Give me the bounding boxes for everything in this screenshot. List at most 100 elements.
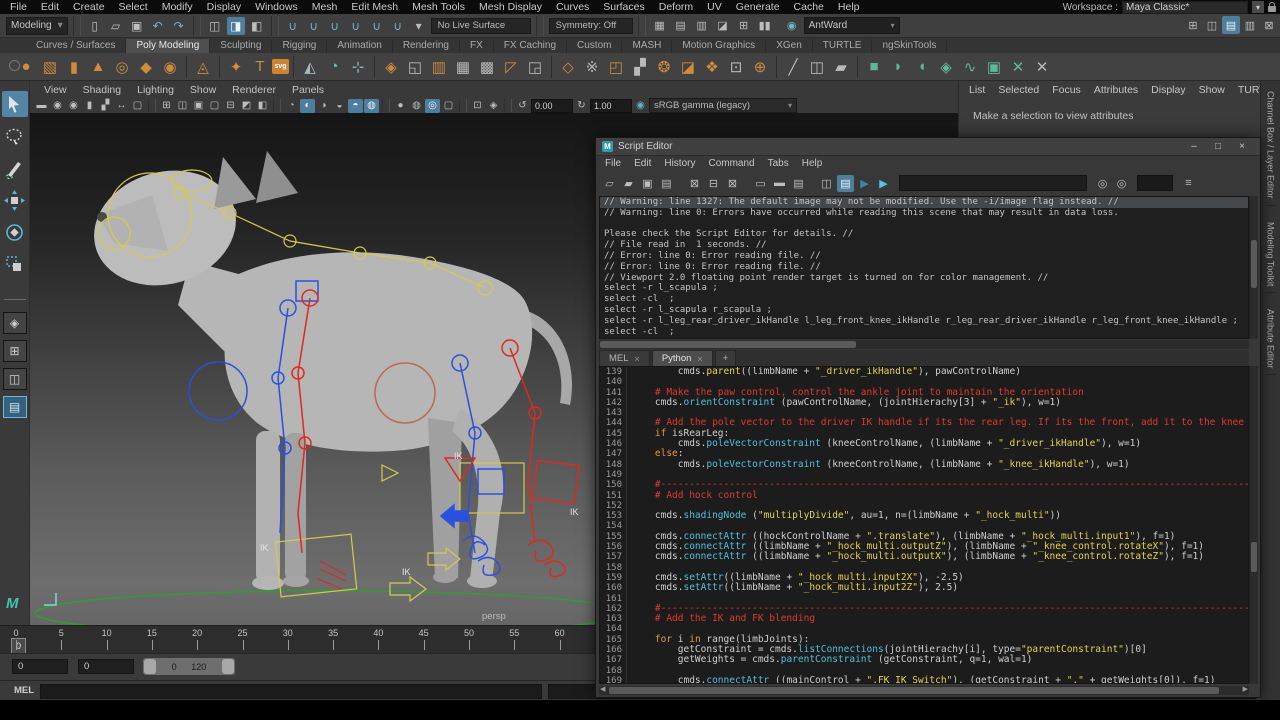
sidebar-tab-channel-box-layer-editor[interactable]: Channel Box / Layer Editor [1265, 85, 1276, 206]
sidebar-layer-editor-icon[interactable]: ▥ [1241, 16, 1259, 34]
maximize-button[interactable]: □ [1206, 140, 1230, 154]
image-plane-icon[interactable]: ▞ [98, 99, 113, 113]
origin-locator-icon[interactable]: ⊹ [346, 55, 370, 79]
knife-icon[interactable]: ╱ [781, 55, 805, 79]
user-selector[interactable]: ◉ AntWard ▾ [783, 17, 900, 35]
circularize-icon[interactable]: ❂ [652, 55, 676, 79]
history-vscrollbar[interactable] [1249, 196, 1258, 339]
shelf-tab-custom[interactable]: Custom [567, 39, 623, 53]
minimize-button[interactable]: – [1182, 140, 1206, 154]
sidebar-modeling-toolkit-icon[interactable]: ⊠ [1260, 16, 1278, 34]
tab-mel[interactable]: MEL × [599, 350, 650, 366]
clear-input-icon[interactable]: ⊟ [705, 175, 722, 192]
use-lights-icon[interactable]: ◒ [332, 99, 347, 113]
snap-surface-icon[interactable]: ∪ [389, 17, 407, 35]
scroll-left-icon[interactable]: ◀ [600, 685, 605, 693]
menu-generate[interactable]: Generate [736, 1, 780, 13]
render-icon[interactable]: ▦ [651, 17, 669, 35]
menu-display[interactable]: Display [207, 1, 241, 13]
pause-icon[interactable]: ▮▮ [756, 17, 774, 35]
snap-projected-center-icon[interactable]: ∪ [347, 17, 365, 35]
camera-attrs-icon[interactable]: ◉ [66, 99, 81, 113]
wrap-sphere-icon[interactable]: ⊕ [748, 55, 772, 79]
shelf-tab-animation[interactable]: Animation [327, 39, 393, 53]
shelf-tab-ngskintools[interactable]: ngSkinTools [872, 39, 948, 53]
playback-start-field[interactable]: 0 [78, 659, 134, 674]
workspace-dropdown-arrow-icon[interactable]: ▾ [1252, 1, 1264, 13]
menu-set-selector[interactable]: Modeling ▾ [6, 16, 68, 35]
attr-menu-display[interactable]: Display [1151, 84, 1185, 96]
multisample-icon[interactable]: ◍ [409, 99, 424, 113]
script-editor-history[interactable]: // Warning: line 1327: The default image… [599, 196, 1249, 339]
input-hscrollbar[interactable]: ◀ ▶ [599, 686, 1249, 695]
tab-close-icon[interactable]: × [635, 354, 640, 364]
target-weld-icon[interactable]: ⊡ [724, 55, 748, 79]
execute-all-icon[interactable]: ▶ [856, 175, 873, 192]
symmetry-field[interactable]: Symmetry: Off [548, 17, 633, 34]
film-gate-icon[interactable]: ◫ [175, 99, 190, 113]
select-tool[interactable] [1, 91, 28, 117]
scale-tool[interactable] [2, 251, 28, 277]
script-editor-menu-help[interactable]: Help [802, 158, 823, 169]
menu-deform[interactable]: Deform [659, 1, 693, 13]
lasso-tool[interactable] [2, 123, 28, 149]
workspace-dropdown[interactable]: Maya Classic* [1122, 0, 1248, 14]
paint-select-tool[interactable] [2, 155, 28, 181]
xray-icon[interactable]: ⊡ [470, 99, 485, 113]
shelf-tab-rigging[interactable]: Rigging [272, 39, 328, 53]
script-editor-menu-command[interactable]: Command [708, 158, 754, 169]
script-editor-menu-tabs[interactable]: Tabs [768, 158, 789, 169]
select-camera-icon[interactable]: ▬ [34, 99, 49, 113]
attr-menu-show[interactable]: Show [1199, 84, 1225, 96]
script-editor-menu-edit[interactable]: Edit [634, 158, 651, 169]
smooth-mesh-icon[interactable]: ■ [862, 55, 886, 79]
save-script-icon[interactable]: ▣ [639, 175, 656, 192]
tab-python[interactable]: Python × [651, 350, 713, 366]
viewport-menu-show[interactable]: Show [190, 84, 216, 96]
new-scene-icon[interactable]: ▯ [86, 17, 104, 35]
viewport-menu-panels[interactable]: Panels [292, 84, 324, 96]
isolate-select-icon[interactable]: ▢ [441, 99, 456, 113]
menu-edit-mesh[interactable]: Edit Mesh [351, 1, 398, 13]
shelf-tab-xgen[interactable]: XGen [766, 39, 813, 53]
attr-menu-list[interactable]: List [969, 84, 985, 96]
script-search-input[interactable] [899, 175, 1087, 191]
shadows-icon[interactable]: ◓ [348, 98, 363, 113]
script-editor-titlebar[interactable]: M Script Editor – □ × [596, 138, 1260, 156]
echo-all-icon[interactable]: ▭ [752, 175, 769, 192]
line-numbers-icon[interactable]: ▤ [790, 175, 807, 192]
new-tab-button[interactable]: + [714, 350, 737, 366]
script-editor-input[interactable]: 139 cmds.parent((limbName + "_driver_ikH… [599, 366, 1249, 684]
open-scene-icon[interactable]: ▱ [107, 17, 125, 35]
exposure-icon[interactable]: ↺ [515, 99, 530, 113]
poly-plane-icon[interactable]: ◆ [134, 55, 158, 79]
delete-history-icon[interactable]: ✕ [1030, 55, 1054, 79]
search-up-icon[interactable]: ◎ [1113, 175, 1130, 192]
time-node-icon[interactable]: ◔ [322, 55, 346, 79]
menu-edit[interactable]: Edit [41, 1, 59, 13]
lock-workspace-icon[interactable] [1268, 1, 1276, 12]
select-component-icon[interactable]: ◧ [248, 17, 266, 35]
bridge-icon[interactable]: ※ [580, 55, 604, 79]
rotate-tool[interactable] [2, 219, 28, 245]
range-start-handle[interactable] [144, 659, 156, 674]
sidebar-channel-box-icon[interactable]: ▤ [1222, 16, 1240, 34]
depth-of-field-icon[interactable]: ◎ [425, 98, 440, 113]
triangulate-icon[interactable]: ◸ [499, 55, 523, 79]
textured-icon[interactable]: ◑ [316, 99, 331, 113]
snap-options-arrow-icon[interactable]: ▾ [410, 17, 428, 35]
relax-icon[interactable]: ∿ [958, 55, 982, 79]
suppress-output-icon[interactable]: ▬ [771, 175, 788, 192]
menu-mesh-display[interactable]: Mesh Display [479, 1, 542, 13]
command-completion-icon[interactable]: ▤ [837, 174, 854, 192]
undo-icon[interactable]: ↶ [149, 17, 167, 35]
contrast-icon[interactable]: ↻ [574, 99, 589, 113]
indent-icon[interactable]: ≡ [1180, 175, 1197, 192]
shelf-tab-motion-graphics[interactable]: Motion Graphics [672, 39, 767, 53]
shelf-tab-sculpting[interactable]: Sculpting [210, 39, 273, 53]
viewport-menu-view[interactable]: View [44, 84, 67, 96]
view-transform-dropdown[interactable]: sRGB gamma (legacy) ▾ [649, 98, 797, 113]
tab-close-icon[interactable]: × [697, 354, 702, 364]
menu-create[interactable]: Create [73, 1, 105, 13]
poly-cylinder-icon[interactable]: ▮ [62, 55, 86, 79]
